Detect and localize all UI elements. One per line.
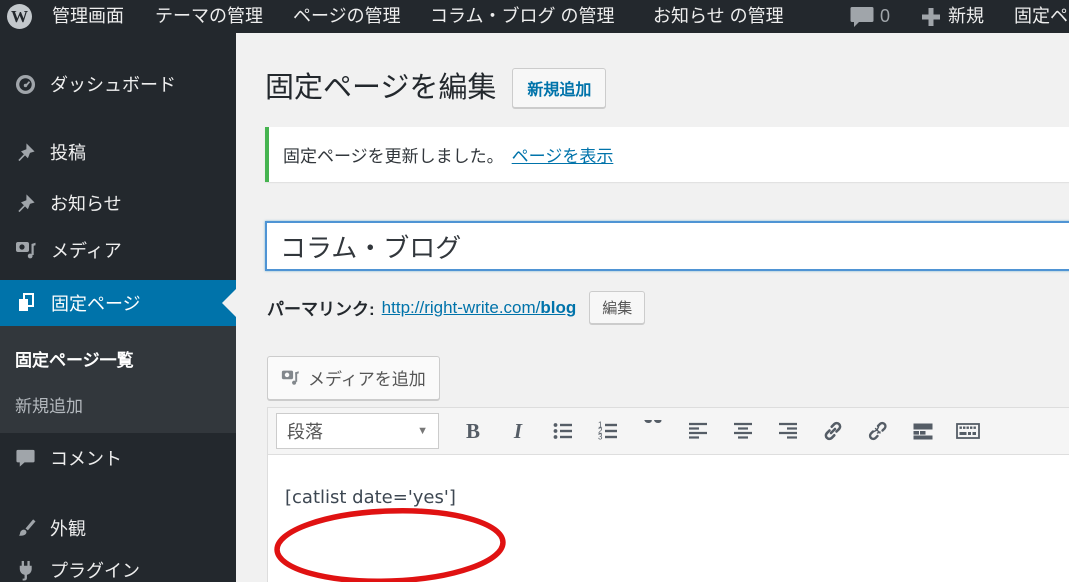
media-icon bbox=[281, 370, 299, 385]
sidebar-item-posts[interactable]: 投稿 bbox=[0, 129, 236, 175]
bulleted-list-icon bbox=[553, 423, 572, 439]
pages-icon bbox=[19, 293, 34, 311]
pin-icon bbox=[18, 193, 35, 212]
svg-text:3: 3 bbox=[598, 433, 603, 442]
shortcode-text: [catlist date='yes'] bbox=[285, 487, 456, 508]
sidebar-item-label: ダッシュボード bbox=[50, 75, 176, 95]
admin-bar-comments[interactable]: 0 bbox=[850, 0, 890, 33]
sidebar-item-pages[interactable]: 固定ページ bbox=[0, 280, 236, 326]
submenu-item-add-new[interactable]: 新規追加 bbox=[15, 392, 236, 417]
admin-bar-item-pages[interactable]: ページの管理 bbox=[293, 0, 401, 33]
permalink-row: パーマリンク: http://right-write.com/blog 編集 bbox=[267, 291, 646, 324]
align-left-button[interactable] bbox=[677, 413, 719, 449]
sidebar-item-label: 固定ページ bbox=[51, 294, 141, 314]
sidebar-item-label: メディア bbox=[51, 241, 122, 261]
update-notice: 固定ページを更新しました。 ページを表示 bbox=[265, 127, 1069, 182]
title-input[interactable] bbox=[265, 221, 1069, 271]
add-new-button[interactable]: 新規追加 bbox=[512, 68, 607, 108]
admin-bar-item-dashboard[interactable]: 管理画面 bbox=[52, 0, 124, 33]
view-page-link[interactable]: ページを表示 bbox=[512, 147, 614, 166]
admin-bar-item-fixed-page[interactable]: 固定ペー bbox=[1014, 0, 1069, 33]
italic-icon: I bbox=[513, 418, 523, 443]
sidebar-item-comments[interactable]: コメント bbox=[0, 435, 236, 481]
align-left-icon bbox=[689, 422, 707, 439]
align-right-button[interactable] bbox=[767, 413, 809, 449]
numbered-list-icon: 123 bbox=[598, 421, 617, 442]
admin-bar-item-news[interactable]: お知らせ の管理 bbox=[653, 0, 784, 33]
plug-icon bbox=[19, 560, 32, 581]
pages-submenu: 固定ページ一覧 新規追加 bbox=[0, 326, 236, 433]
italic-button[interactable]: I bbox=[497, 413, 539, 449]
red-ellipse-annotation bbox=[274, 508, 506, 582]
paragraph-format-dropdown[interactable]: 段落 ▼ bbox=[276, 413, 439, 449]
bold-icon: B bbox=[465, 418, 480, 443]
active-menu-arrow bbox=[222, 289, 236, 317]
sidebar-item-label: コメント bbox=[50, 449, 122, 469]
sidebar-item-dashboard[interactable]: ダッシュボード bbox=[0, 61, 236, 107]
sidebar-item-label: 投稿 bbox=[50, 143, 86, 163]
numbered-list-button[interactable]: 123 bbox=[587, 413, 629, 449]
sidebar-item-label: お知らせ bbox=[50, 194, 122, 214]
permalink-label: パーマリンク: bbox=[267, 300, 375, 319]
admin-bar: W 管理画面 テーマの管理 ページの管理 コラム・ブログ の管理 お知らせ の管… bbox=[0, 0, 1069, 33]
sidebar-item-media[interactable]: メディア bbox=[0, 227, 236, 273]
unlink-icon bbox=[868, 421, 887, 441]
toolbar-toggle-button[interactable] bbox=[947, 413, 989, 449]
sidebar: ダッシュボード 投稿 お知らせ メディア 固定ページ 固定ページ一覧 新規追加 … bbox=[0, 33, 236, 582]
admin-bar-new[interactable]: 新規 bbox=[920, 0, 984, 33]
wordpress-logo-icon[interactable]: W bbox=[7, 4, 32, 29]
page-title: 固定ページを編集 bbox=[265, 72, 497, 104]
dashboard-icon bbox=[15, 74, 36, 94]
link-button[interactable] bbox=[812, 413, 854, 449]
link-icon bbox=[824, 421, 842, 441]
admin-bar-item-column-blog[interactable]: コラム・ブログ の管理 bbox=[430, 0, 614, 33]
editor-content-area[interactable]: [catlist date='yes'] bbox=[268, 455, 1069, 582]
comment-bubble-icon bbox=[850, 7, 874, 28]
permalink-edit-button[interactable]: 編集 bbox=[589, 291, 646, 324]
keyboard-icon bbox=[956, 423, 980, 439]
unlink-button[interactable] bbox=[857, 413, 899, 449]
sidebar-item-news[interactable]: お知らせ bbox=[0, 180, 236, 226]
align-right-icon bbox=[779, 422, 797, 439]
comment-bubble-icon bbox=[16, 449, 35, 467]
media-icon bbox=[16, 242, 36, 259]
admin-bar-item-themes[interactable]: テーマの管理 bbox=[155, 0, 263, 33]
notice-message: 固定ページを更新しました。 bbox=[283, 147, 504, 166]
permalink-link[interactable]: http://right-write.com/blog bbox=[382, 298, 577, 318]
comment-count: 0 bbox=[880, 6, 891, 26]
chevron-down-icon: ▼ bbox=[417, 425, 428, 437]
submenu-item-all-pages[interactable]: 固定ページ一覧 bbox=[15, 346, 236, 371]
add-media-button[interactable]: メディアを追加 bbox=[267, 356, 440, 400]
blockquote-icon: “ bbox=[642, 420, 664, 442]
brush-icon bbox=[18, 518, 36, 536]
bulleted-list-button[interactable] bbox=[542, 413, 584, 449]
bold-button[interactable]: B bbox=[452, 413, 494, 449]
pin-icon bbox=[18, 142, 35, 161]
sidebar-item-appearance[interactable]: 外観 bbox=[0, 505, 236, 551]
editor-toolbar: 段落 ▼ B I 123 “ bbox=[268, 408, 1069, 455]
more-tag-button[interactable] bbox=[902, 413, 944, 449]
content-editor: 段落 ▼ B I 123 “ bbox=[267, 407, 1069, 582]
align-center-button[interactable] bbox=[722, 413, 764, 449]
blockquote-button[interactable]: “ bbox=[632, 413, 674, 449]
align-center-icon bbox=[734, 422, 752, 439]
more-tag-icon bbox=[913, 423, 933, 440]
plus-icon bbox=[922, 8, 940, 27]
sidebar-item-plugins[interactable]: プラグイン bbox=[0, 547, 236, 582]
sidebar-item-label: プラグイン bbox=[50, 561, 140, 581]
sidebar-item-label: 外観 bbox=[50, 519, 86, 539]
